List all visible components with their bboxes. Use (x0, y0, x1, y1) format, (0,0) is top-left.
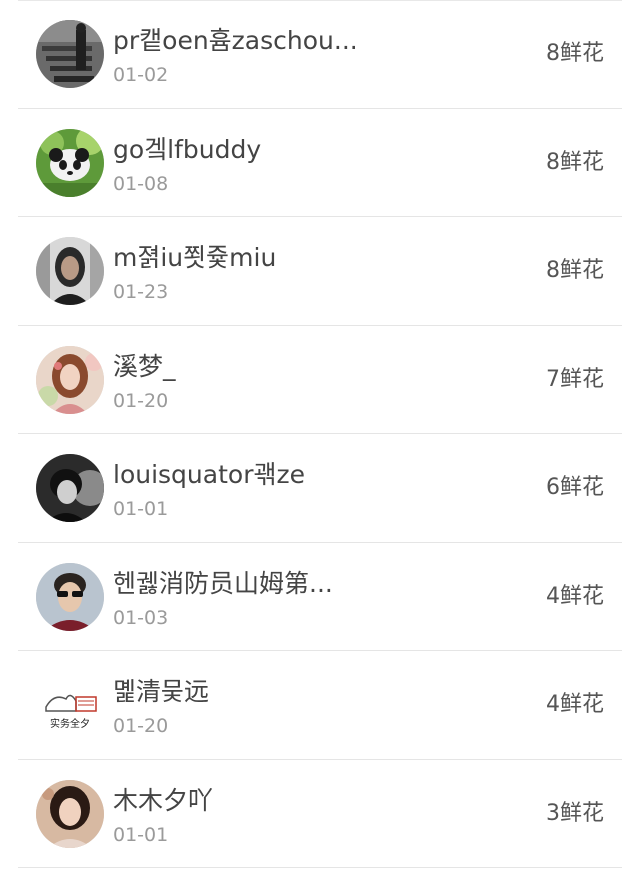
gift-date: 01-02 (113, 64, 169, 86)
gift-date: 01-03 (113, 606, 169, 629)
sketch-avatar[interactable]: 实务全夕 (36, 671, 104, 739)
gift-date: 01-20 (113, 389, 169, 412)
user-name: 溪梦_ (113, 351, 176, 381)
bw-portrait-avatar[interactable] (36, 454, 104, 522)
user-name: go겤lfbuddy (113, 134, 262, 164)
user-name: 헨궳消防员山姆第... (113, 568, 333, 598)
user-name: 몙清뭊远 (113, 677, 210, 706)
user-name: 木木夕吖 (113, 785, 214, 815)
list-item[interactable]: 实务全夕 몙清뭊远 01-20 4鲜花 (0, 651, 640, 760)
gift-date: 01-01 (113, 498, 169, 520)
list-item[interactable]: 헨궳消防员山姆第... 01-03 4鲜花 (0, 543, 640, 651)
portrait-photo-avatar[interactable] (36, 237, 104, 305)
row-divider (18, 867, 622, 868)
user-name: pr캩oen흄zaschou... (113, 26, 358, 55)
list-item[interactable]: louisquator괚ze 01-01 6鲜花 (0, 434, 640, 543)
flower-count: 3鲜花 (546, 800, 604, 826)
flower-count: 4鲜花 (546, 583, 604, 609)
flower-leaderboard-list: pr캩oen흄zaschou... 01-02 8鲜花 go겤lfbuddy 0… (0, 0, 640, 878)
list-item[interactable]: m졁iu쬣즃miu 01-23 8鲜花 (0, 217, 640, 326)
sunglasses-man-avatar[interactable] (36, 562, 104, 631)
flower-count: 7鲜花 (546, 366, 604, 392)
user-name: louisquator괚ze (113, 460, 305, 489)
stairs-photo-avatar[interactable] (36, 20, 104, 88)
list-item[interactable]: go겤lfbuddy 01-08 8鲜花 (0, 109, 640, 217)
flower-count: 6鲜花 (546, 475, 604, 500)
panda-photo-avatar[interactable] (36, 128, 104, 197)
svg-text:实务全夕: 实务全夕 (50, 717, 90, 730)
gift-date: 01-23 (113, 281, 169, 303)
list-item[interactable]: pr캩oen흄zaschou... 01-02 8鲜花 (0, 0, 640, 109)
flower-count: 8鲜花 (546, 258, 604, 283)
flower-count: 4鲜花 (546, 692, 604, 717)
gift-date: 01-08 (113, 172, 169, 195)
gift-date: 01-20 (113, 715, 169, 737)
list-item[interactable]: 木木夕吖 01-01 3鲜花 (0, 760, 640, 868)
flower-count: 8鲜花 (546, 41, 604, 66)
woman-photo-avatar[interactable] (36, 779, 104, 848)
gift-date: 01-01 (113, 823, 169, 846)
illustrated-girl-avatar[interactable] (36, 345, 104, 414)
list-item[interactable]: 溪梦_ 01-20 7鲜花 (0, 326, 640, 434)
user-name: m졁iu쬣즃miu (113, 243, 277, 272)
flower-count: 8鲜花 (546, 149, 604, 175)
